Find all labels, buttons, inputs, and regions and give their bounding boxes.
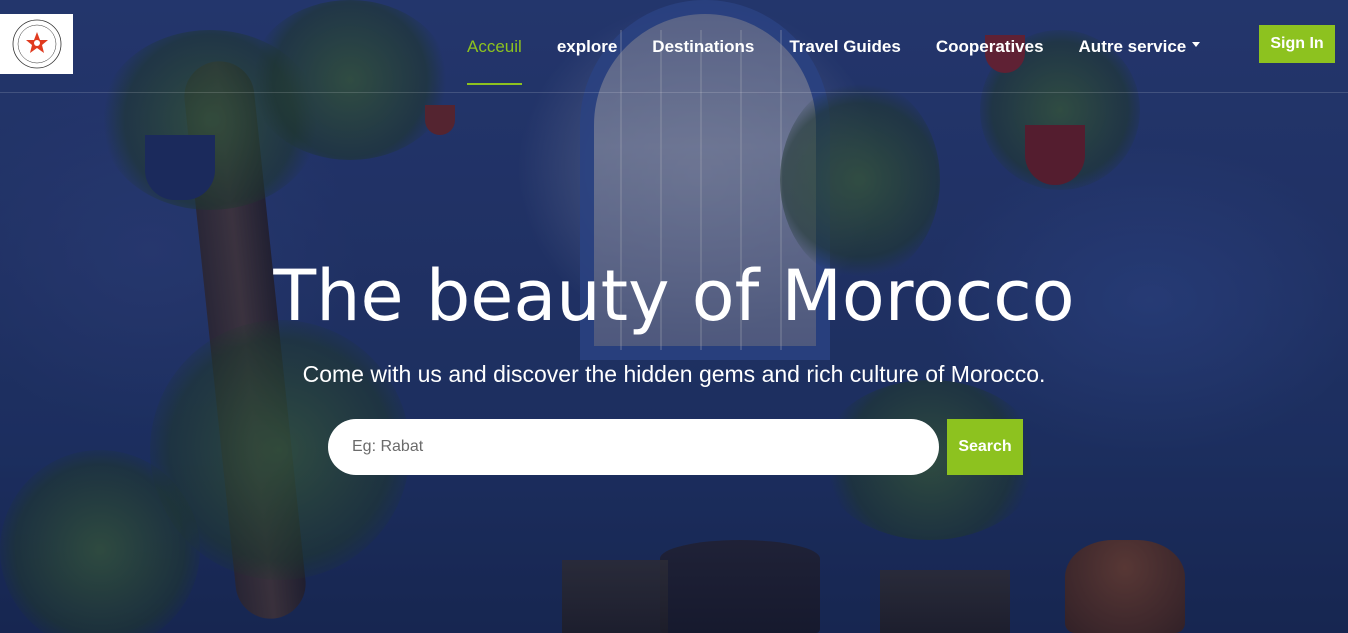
site-logo[interactable] xyxy=(0,14,73,74)
nav-item-explore[interactable]: explore xyxy=(557,0,617,93)
nav-item-label: explore xyxy=(556,36,618,56)
search-form: Search xyxy=(328,419,1023,475)
nav-item-destinations[interactable]: Destinations xyxy=(652,0,754,93)
nav-item-label: Acceuil xyxy=(467,36,522,56)
search-button[interactable]: Search xyxy=(947,419,1023,475)
nav-item-autre-service-dropdown[interactable]: Autre service xyxy=(1079,0,1201,93)
nav-item-label: Autre service xyxy=(1078,36,1187,56)
sign-in-button[interactable]: Sign In xyxy=(1259,25,1335,63)
nav-item-travel-guides[interactable]: Travel Guides xyxy=(789,0,901,93)
nav-item-label: Destinations xyxy=(652,36,755,56)
caret-down-icon xyxy=(1192,42,1201,47)
nav-links: Acceuil explore Destinations Travel Guid… xyxy=(467,0,1235,93)
hero-title: The beauty of Morocco xyxy=(273,255,1075,337)
logo-emblem-icon xyxy=(12,19,61,69)
nav-item-cooperatives[interactable]: Cooperatives xyxy=(936,0,1044,93)
nav-item-label: Travel Guides xyxy=(789,36,901,56)
navbar: Acceuil explore Destinations Travel Guid… xyxy=(0,0,1348,93)
hero-subtitle: Come with us and discover the hidden gem… xyxy=(302,361,1046,387)
search-input[interactable] xyxy=(328,419,939,475)
nav-item-acceuil[interactable]: Acceuil xyxy=(467,0,522,93)
nav-item-label: Cooperatives xyxy=(935,36,1044,56)
